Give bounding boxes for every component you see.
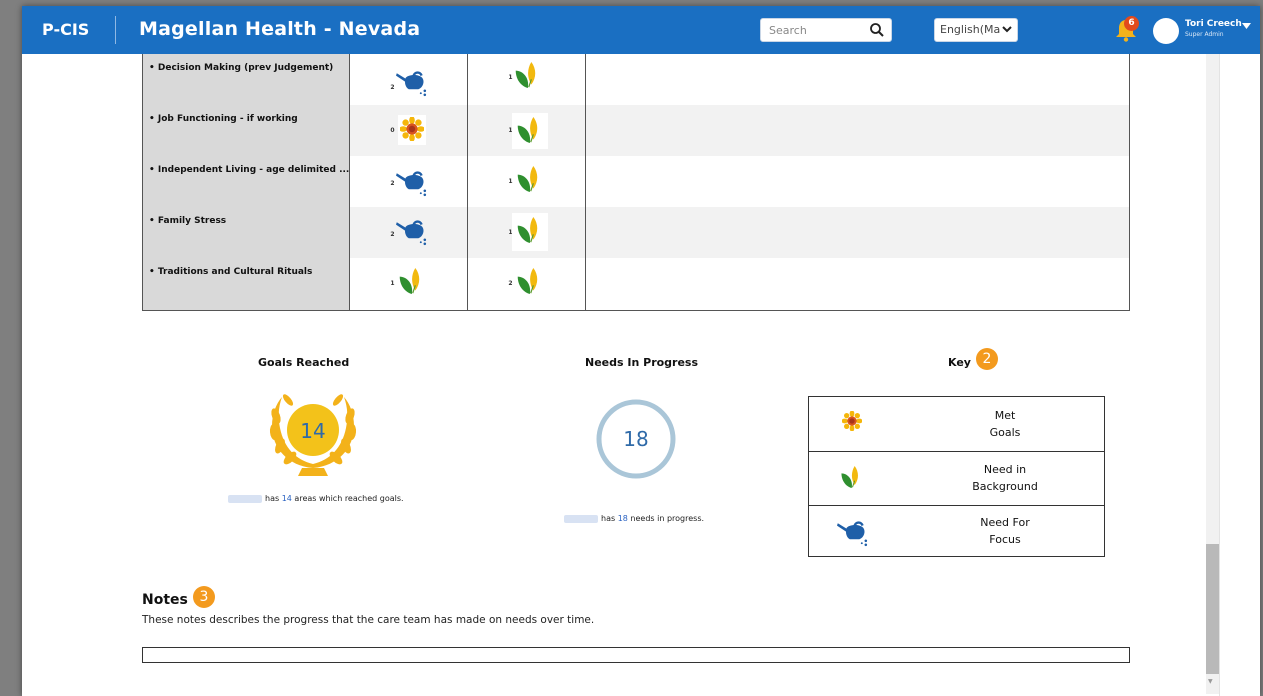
key-label: Met Goals <box>915 407 1095 441</box>
app-window: P-CIS Magellan Health - Nevada English(M… <box>22 6 1260 696</box>
domain-label: • Decision Making (prev Judgement) <box>142 54 351 105</box>
sunflower-icon <box>400 117 424 141</box>
rating-number: 2 <box>390 180 395 187</box>
step-callout-badge: 3 <box>193 586 215 608</box>
notes-cell <box>586 156 1130 207</box>
sunflower-icon <box>842 411 862 431</box>
notes-cell <box>585 207 1130 258</box>
top-navigation-bar: P-CIS Magellan Health - Nevada English(M… <box>22 6 1260 54</box>
notes-description: These notes describes the progress that … <box>142 614 595 626</box>
notes-title: Notes <box>142 592 188 608</box>
rating-number: 2 <box>390 231 395 238</box>
table-row: • Decision Making (prev Judgement) 2 1 <box>142 54 1130 105</box>
summary-prefix: has <box>601 514 616 523</box>
rating-cell: 2 <box>349 156 469 207</box>
notes-cell <box>586 54 1130 105</box>
domain-label: • Family Stress <box>142 207 351 258</box>
leaf-sprout-icon <box>516 266 542 296</box>
chevron-down-icon <box>1002 26 1012 33</box>
leaf-sprout-icon <box>516 115 542 145</box>
user-name[interactable]: Tori Creech <box>1185 19 1242 29</box>
watering-can-icon <box>396 166 428 198</box>
table-row: • Traditions and Cultural Rituals 1 2 <box>142 258 1130 310</box>
notes-text-field[interactable] <box>142 647 1130 663</box>
rating-cell: 2 <box>467 258 587 310</box>
domain-label: • Job Functioning - if working <box>142 105 351 156</box>
table-row: • Job Functioning - if working 0 1 <box>142 105 1130 156</box>
summary-count: 18 <box>617 514 628 523</box>
key-label: Need For Focus <box>915 514 1095 548</box>
watering-can-icon <box>396 66 428 98</box>
leaf-sprout-icon <box>516 215 542 245</box>
needs-progress-table: • Decision Making (prev Judgement) 2 1 •… <box>142 54 1130 311</box>
right-gutter <box>1219 54 1260 696</box>
key-label: Need in Background <box>915 461 1095 495</box>
needs-in-progress-count: 18 <box>623 427 649 451</box>
leaf-sprout-icon <box>516 164 542 194</box>
needs-in-progress-summary: has 18 needs in progress. <box>564 514 704 523</box>
language-select[interactable]: English(Maį <box>934 18 1018 42</box>
goals-reached-summary: has 14 areas which reached goals. <box>228 494 404 503</box>
notification-count-badge: 6 <box>1124 16 1139 31</box>
domain-label: • Traditions and Cultural Rituals <box>142 258 351 310</box>
key-legend: Met Goals Need in Background Need For Fo… <box>808 396 1105 557</box>
key-row-need-focus: Need For Focus <box>809 505 1104 556</box>
notes-cell <box>585 105 1130 156</box>
rating-cell: 1 <box>467 105 587 156</box>
key-label-line1: Need in <box>983 463 1027 476</box>
rating-number: 1 <box>508 178 513 185</box>
key-label-line1: Need For <box>980 516 1030 529</box>
leaf-sprout-icon <box>514 60 540 90</box>
rating-cell: 1 <box>467 207 587 258</box>
leaf-sprout-icon <box>840 464 862 490</box>
key-label-line2: Goals <box>989 426 1021 439</box>
rating-number: 1 <box>390 280 395 287</box>
user-role: Super Admin <box>1185 31 1224 38</box>
redacted-name <box>228 494 262 503</box>
organization-name: Magellan Health - Nevada <box>139 18 421 40</box>
rating-cell: 2 <box>349 54 469 105</box>
rating-number: 0 <box>390 127 395 134</box>
watering-can-icon <box>837 517 869 547</box>
language-selected-value: English(Maį <box>940 23 1000 36</box>
scroll-down-arrow-icon[interactable]: ▼ <box>1208 678 1213 685</box>
table-row: • Independent Living - age delimited ...… <box>142 156 1130 207</box>
search-box[interactable] <box>760 18 892 42</box>
table-row: • Family Stress 2 1 <box>142 207 1130 258</box>
leaf-sprout-icon <box>398 266 424 296</box>
rating-cell: 0 <box>349 105 469 156</box>
brand-logo[interactable]: P-CIS <box>42 20 89 39</box>
key-label-line2: Focus <box>989 533 1021 546</box>
rating-number: 2 <box>508 280 513 287</box>
watering-can-icon <box>396 215 428 247</box>
domain-label: • Independent Living - age delimited ... <box>142 156 351 207</box>
rating-cell: 1 <box>349 258 469 310</box>
redacted-name <box>564 514 598 523</box>
summary-count: 14 <box>281 494 292 503</box>
summary-suffix: areas which reached goals. <box>294 494 404 503</box>
search-input[interactable] <box>767 21 867 39</box>
key-title: Key <box>948 356 971 369</box>
key-label-line2: Background <box>972 480 1038 493</box>
user-menu-caret-icon[interactable] <box>1242 23 1251 29</box>
goals-reached-title: Goals Reached <box>258 356 350 369</box>
notes-cell <box>586 258 1130 310</box>
user-avatar[interactable] <box>1153 18 1179 44</box>
rating-number: 2 <box>390 84 395 91</box>
needs-in-progress-title: Needs In Progress <box>585 356 699 369</box>
summary-prefix: has <box>265 494 280 503</box>
key-row-met-goals: Met Goals <box>809 397 1104 452</box>
step-callout-badge: 2 <box>976 348 998 370</box>
key-label-line1: Met <box>994 409 1016 422</box>
key-row-need-background: Need in Background <box>809 451 1104 506</box>
summary-suffix: needs in progress. <box>630 514 705 523</box>
search-icon[interactable] <box>869 22 885 38</box>
scrollbar-thumb[interactable] <box>1206 544 1219 674</box>
rating-cell: 1 <box>467 156 587 207</box>
goals-reached-count: 14 <box>300 419 326 443</box>
rating-number: 1 <box>508 74 513 81</box>
rating-cell: 2 <box>349 207 469 258</box>
rating-cell: 1 <box>467 54 587 105</box>
header-divider <box>115 16 116 44</box>
